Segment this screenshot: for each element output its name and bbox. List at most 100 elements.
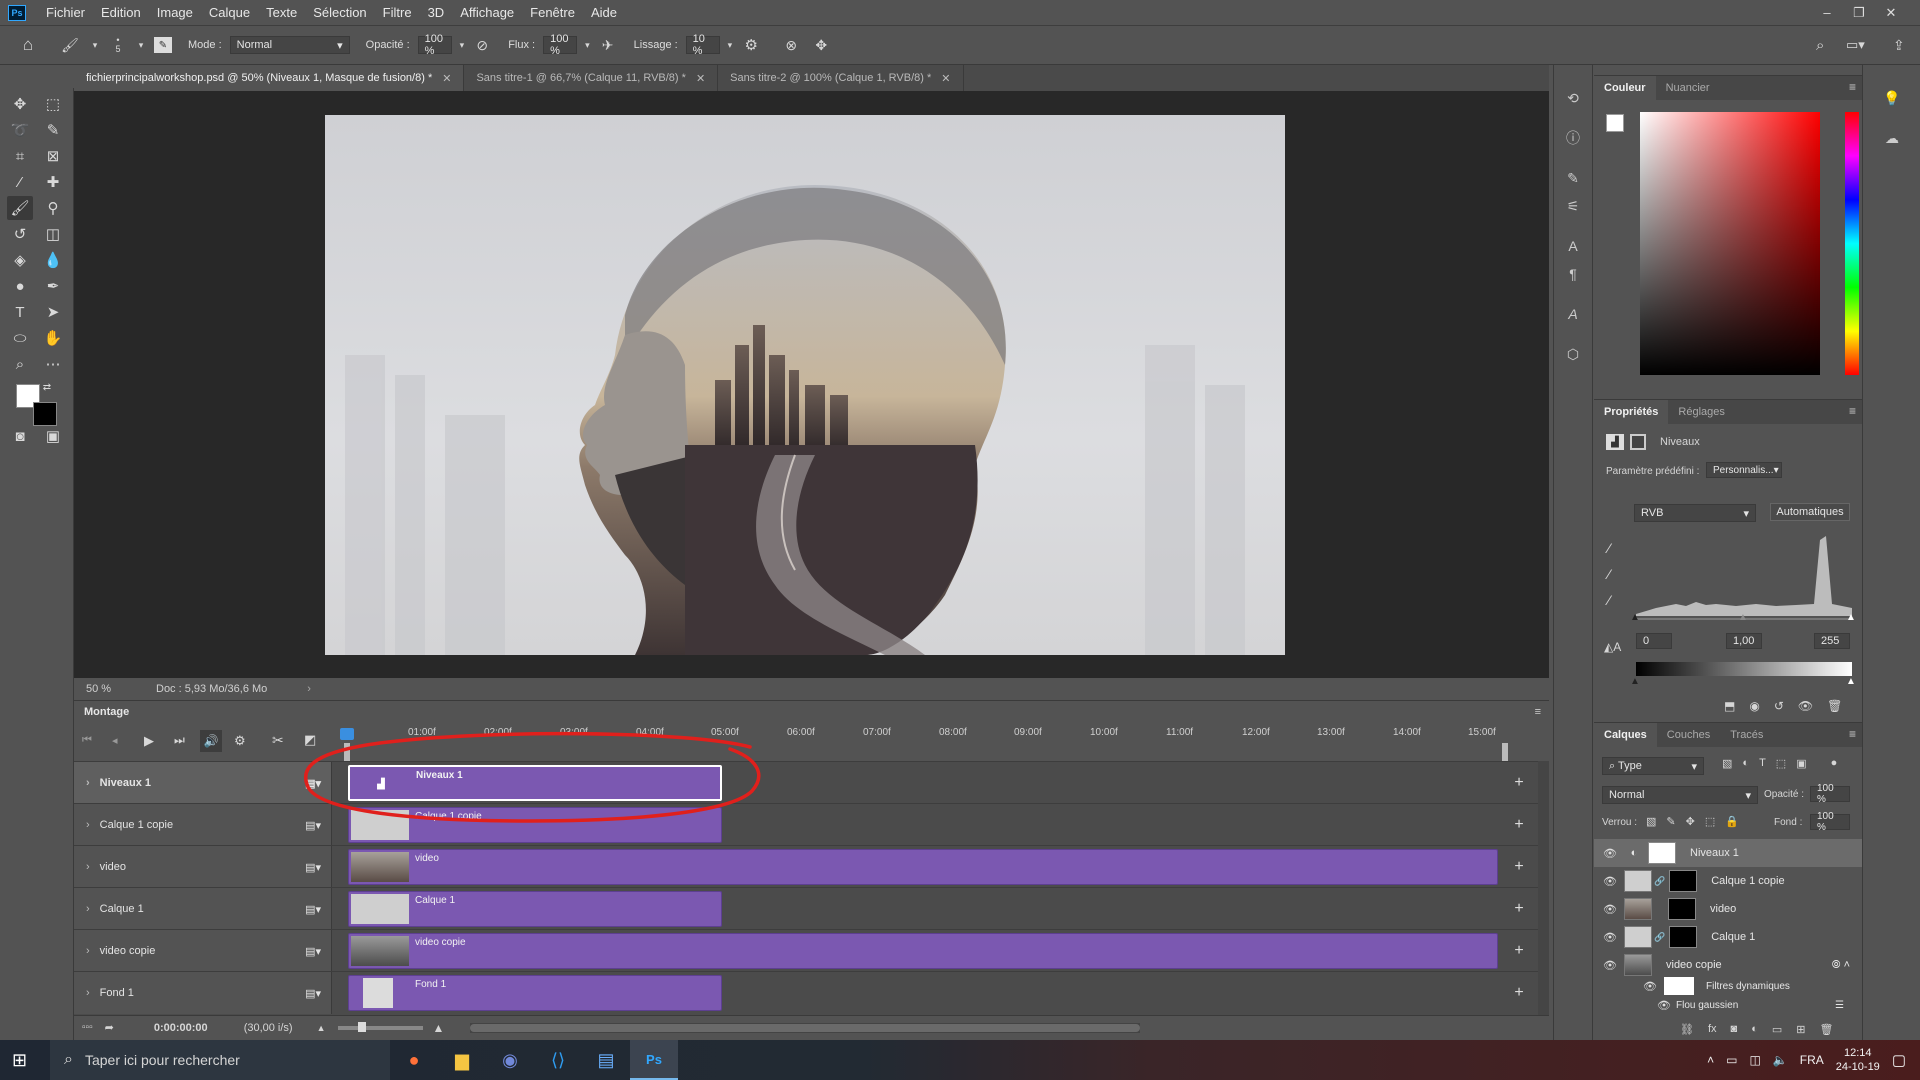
lock-pixels-icon[interactable]: ✎ bbox=[1666, 815, 1675, 828]
tab-couches[interactable]: Couches bbox=[1657, 723, 1720, 747]
blend-mode-select[interactable]: Normal ▾ bbox=[1602, 786, 1758, 804]
taskbar-search[interactable]: ⌕ Taper ici pour rechercher bbox=[50, 1040, 390, 1080]
panel-menu-icon[interactable]: ≡ bbox=[1535, 706, 1541, 718]
gear-icon[interactable]: ⚙ bbox=[740, 36, 762, 54]
add-media-icon[interactable]: + bbox=[1511, 859, 1527, 875]
pen-tool-icon[interactable]: ✒ bbox=[40, 274, 66, 298]
filter-adjustment-icon[interactable]: ◐ bbox=[1742, 757, 1749, 770]
menu-selection[interactable]: Sélection bbox=[305, 0, 374, 25]
libraries-icon[interactable]: ☁ bbox=[1879, 125, 1905, 151]
menu-edition[interactable]: Edition bbox=[93, 0, 149, 25]
zoom-tool-icon[interactable]: ⌕ bbox=[7, 352, 33, 376]
minimize-icon[interactable]: – bbox=[1812, 0, 1842, 25]
filter-toggle-icon[interactable]: ● bbox=[1831, 757, 1838, 770]
network-icon[interactable]: ◫ bbox=[1749, 1053, 1760, 1067]
eye-icon[interactable]: 👁 bbox=[1600, 959, 1620, 972]
layer-row[interactable]: 👁 🔗 Calque 1 copie bbox=[1594, 867, 1862, 895]
auto-button[interactable]: Automatiques bbox=[1770, 503, 1850, 521]
eye-icon[interactable]: 👁 bbox=[1654, 999, 1674, 1012]
gray-eyedropper-icon[interactable]: ⁄ bbox=[1608, 566, 1610, 582]
black-point-slider[interactable]: ▲ bbox=[1630, 612, 1640, 623]
output-white-slider[interactable]: ▲ bbox=[1846, 676, 1856, 687]
chevron-up-icon[interactable]: ˄ bbox=[1707, 1053, 1714, 1067]
glyphs-icon[interactable]: A bbox=[1560, 301, 1586, 327]
track-header[interactable]: › video ▤▾ bbox=[74, 846, 332, 888]
menu-texte[interactable]: Texte bbox=[258, 0, 305, 25]
zoom-in-icon[interactable]: ▲ bbox=[433, 1021, 445, 1035]
canvas-area[interactable] bbox=[74, 91, 1549, 678]
layer-row[interactable]: 👁 ◐ Niveaux 1 bbox=[1594, 839, 1862, 867]
timeline-clip[interactable]: video copie bbox=[348, 933, 1498, 969]
menu-image[interactable]: Image bbox=[149, 0, 201, 25]
brush-tool-icon[interactable]: 🖌 bbox=[58, 37, 82, 54]
lock-position-icon[interactable]: ✥ bbox=[1686, 815, 1695, 828]
new-layer-icon[interactable]: ⊞ bbox=[1796, 1023, 1805, 1036]
white-point-slider[interactable]: ▲ bbox=[1846, 612, 1856, 623]
gamma-slider[interactable]: ▲ bbox=[1738, 612, 1748, 623]
filter-shape-icon[interactable]: ⬚ bbox=[1776, 757, 1786, 770]
input-black-field[interactable]: 0 bbox=[1636, 633, 1672, 649]
timeline-clip[interactable]: Calque 1 bbox=[348, 891, 722, 927]
blur-tool-icon[interactable]: 💧 bbox=[40, 248, 66, 272]
search-icon[interactable]: ⌕ bbox=[1816, 37, 1824, 54]
lissage-input[interactable]: 10 % bbox=[685, 33, 720, 57]
healing-tool-icon[interactable]: ✚ bbox=[40, 170, 66, 194]
layer-mask-thumbnail[interactable] bbox=[1669, 870, 1698, 892]
home-icon[interactable]: ⌂ bbox=[16, 35, 40, 55]
add-media-icon[interactable]: + bbox=[1511, 943, 1527, 959]
new-group-icon[interactable]: ▭ bbox=[1772, 1023, 1782, 1036]
menu-fichier[interactable]: Fichier bbox=[38, 0, 93, 25]
tab-nuancier[interactable]: Nuancier bbox=[1656, 76, 1720, 100]
menu-fenetre[interactable]: Fenêtre bbox=[522, 0, 583, 25]
trash-icon[interactable]: 🗑 bbox=[1819, 1023, 1833, 1036]
pressure-size-icon[interactable]: ⊗ bbox=[780, 37, 802, 54]
history-icon[interactable]: ⟲ bbox=[1560, 85, 1586, 111]
audio-icon[interactable]: 🔊 bbox=[200, 730, 222, 752]
3d-icon[interactable]: ⬡ bbox=[1560, 341, 1586, 367]
panel-menu-icon[interactable]: ≡ bbox=[1849, 727, 1856, 741]
timeline-clip[interactable]: video bbox=[348, 849, 1498, 885]
stamp-tool-icon[interactable]: ⚲ bbox=[40, 196, 66, 220]
menu-aide[interactable]: Aide bbox=[583, 0, 625, 25]
vscode-icon[interactable]: ⟨⟩ bbox=[534, 1040, 582, 1080]
airbrush-icon[interactable]: ✈ bbox=[598, 37, 618, 54]
adjustments-icon[interactable]: ⚟ bbox=[1560, 193, 1586, 219]
chevron-right-icon[interactable]: › bbox=[86, 819, 90, 831]
chevron-right-icon[interactable]: › bbox=[86, 903, 90, 915]
brush-settings-icon[interactable]: ✎ bbox=[1560, 165, 1586, 191]
history-brush-icon[interactable]: ↺ bbox=[7, 222, 33, 246]
gear-icon[interactable]: ⚙ bbox=[234, 733, 246, 749]
next-frame-icon[interactable]: ⏭ bbox=[174, 733, 185, 748]
smart-filter-mask[interactable] bbox=[1664, 977, 1694, 995]
chevron-right-icon[interactable]: › bbox=[86, 987, 90, 999]
track-header[interactable]: › Fond 1 ▤▾ bbox=[74, 972, 332, 1014]
type-tool-icon[interactable]: T bbox=[7, 300, 33, 324]
film-icon[interactable]: ▤▾ bbox=[305, 861, 321, 874]
layer-opacity-input[interactable]: 100 % bbox=[1810, 783, 1850, 805]
timeline-vertical-scrollbar[interactable] bbox=[1538, 761, 1549, 1015]
fx-icon[interactable]: fx bbox=[1708, 1023, 1717, 1036]
chevron-down-icon[interactable]: ▾ bbox=[585, 40, 590, 51]
chevron-right-icon[interactable]: › bbox=[86, 777, 90, 789]
quick-mask-icon[interactable]: ◙ bbox=[7, 424, 33, 448]
zoom-out-icon[interactable]: ▲ bbox=[317, 1023, 326, 1033]
film-icon[interactable]: ▤▾ bbox=[305, 903, 321, 916]
hue-slider[interactable] bbox=[1845, 112, 1859, 375]
battery-icon[interactable]: ▭ bbox=[1726, 1053, 1737, 1067]
filter-options-icon[interactable]: ☰ bbox=[1835, 1000, 1844, 1011]
work-area-end-handle[interactable] bbox=[1502, 743, 1508, 761]
learn-icon[interactable]: 💡 bbox=[1879, 85, 1905, 111]
white-eyedropper-icon[interactable]: ⁄ bbox=[1608, 592, 1610, 608]
tab-document-3[interactable]: Sans titre-2 @ 100% (Calque 1, RVB/8) * ✕ bbox=[718, 65, 964, 91]
paragraph-icon[interactable]: ¶ bbox=[1560, 261, 1586, 287]
tab-document-1[interactable]: fichierprincipalworkshop.psd @ 50% (Nive… bbox=[74, 65, 465, 91]
share-icon[interactable]: ⇪ bbox=[1893, 37, 1905, 54]
layer-mask-thumbnail[interactable] bbox=[1668, 898, 1696, 920]
layer-row[interactable]: 👁 🔗 Calque 1 bbox=[1594, 923, 1862, 951]
foreground-color-swatch[interactable] bbox=[1606, 114, 1624, 132]
panel-menu-icon[interactable]: ≡ bbox=[1849, 80, 1856, 94]
timeline-zoom-slider[interactable] bbox=[337, 1021, 423, 1032]
dodge-tool-icon[interactable]: ● bbox=[7, 274, 33, 298]
hand-tool-icon[interactable]: ✋ bbox=[40, 326, 66, 350]
add-media-icon[interactable]: + bbox=[1511, 901, 1527, 917]
